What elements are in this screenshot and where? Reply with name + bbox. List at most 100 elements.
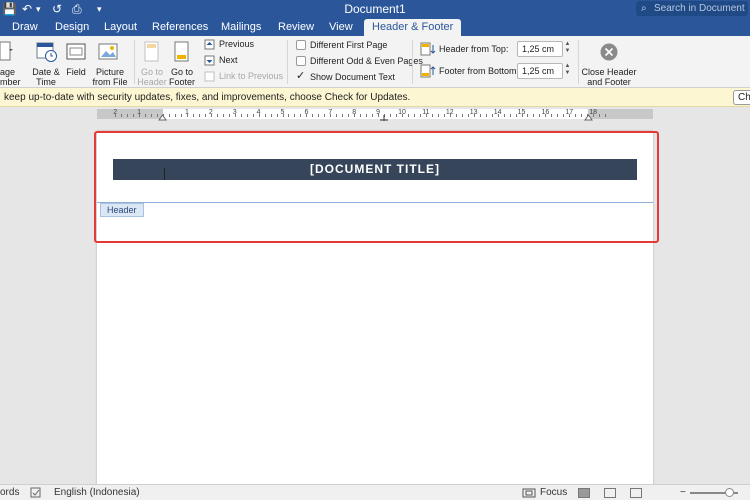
header-tag: Header [100, 203, 144, 217]
field-label: Field [66, 67, 86, 77]
ruler-tick [473, 114, 475, 117]
zoom-out-icon[interactable]: − [680, 487, 686, 499]
document-title-band[interactable]: [DOCUMENT TITLE] [113, 159, 637, 180]
ruler-tick [455, 114, 457, 117]
tab-design[interactable]: Design [55, 20, 89, 34]
ruler-tick [551, 114, 553, 117]
go-to-footer-label-1: Go to [170, 67, 193, 77]
ruler-tick [258, 114, 260, 117]
ruler-tick [151, 114, 153, 117]
next-button[interactable]: Next [219, 54, 238, 66]
update-message: keep up-to-date with security updates, f… [4, 92, 411, 103]
ruler-tick [557, 114, 559, 117]
ruler-tick [210, 114, 212, 117]
different-odd-even-label: Different Odd & Even Pages [310, 56, 423, 66]
go-to-header-button[interactable]: Go to Header [137, 67, 167, 87]
ruler-tick [413, 114, 415, 117]
ruler-tick [479, 114, 481, 117]
tab-references[interactable]: References [152, 20, 208, 34]
ruler-tick [545, 114, 547, 117]
ruler-tick [599, 114, 601, 117]
ruler-tick [348, 114, 350, 117]
ruler-tick [378, 114, 380, 117]
check-for-updates-button[interactable]: Check [733, 90, 750, 105]
document-page[interactable]: [DOCUMENT TITLE] Header [97, 131, 653, 484]
go-to-footer-label-2: Footer [168, 77, 195, 87]
ruler-tick [461, 114, 463, 117]
header-region[interactable]: [DOCUMENT TITLE] Header [97, 131, 653, 217]
header-from-top-stepper[interactable]: ▲ ▼ [563, 41, 572, 57]
ruler-tick [270, 114, 272, 117]
indent-marker-icon[interactable] [158, 114, 167, 121]
picture-label-2: from File [92, 77, 128, 87]
tab-draw[interactable]: Draw [12, 20, 38, 34]
web-layout-view-icon[interactable] [604, 488, 616, 498]
field-button[interactable]: Field [63, 67, 89, 77]
language-indicator[interactable]: English (Indonesia) [54, 487, 140, 499]
tab-review[interactable]: Review [278, 20, 314, 34]
zoom-slider-thumb[interactable] [725, 488, 734, 497]
ribbon-separator [287, 40, 288, 84]
link-to-previous-button[interactable]: Link to Previous [219, 70, 283, 82]
ruler-left-margin [97, 109, 163, 119]
tab-view[interactable]: View [329, 20, 353, 34]
ruler-tick [300, 114, 302, 117]
word-count[interactable]: ords [0, 487, 19, 499]
ruler-tick [569, 114, 571, 117]
close-label-2: and Footer [587, 77, 631, 87]
horizontal-ruler[interactable]: 2 1 1 2 3 4 5 6 7 8 9 10 11 12 13 14 15 16 17 18 [0, 107, 750, 121]
page-number-label-2: mber [0, 77, 21, 87]
title-bar: 💾 ↶ ▾ ↺ ⎙ ▾ Document1 ⌕ Search in Docume… [0, 0, 750, 18]
ruler-tick [390, 114, 392, 117]
ribbon-separator [412, 40, 413, 84]
ruler-tick [485, 114, 487, 117]
ruler-tick [419, 114, 421, 117]
ruler-tick [264, 114, 266, 117]
link-to-previous-icon [204, 71, 215, 82]
date-time-button[interactable]: Date & Time [30, 67, 62, 87]
ruler-tick [246, 114, 248, 117]
ruler-tick [312, 114, 314, 117]
print-layout-view-icon[interactable] [578, 488, 590, 498]
ruler-tick [306, 114, 308, 117]
go-to-footer-button[interactable]: Go to Footer [167, 67, 197, 87]
ruler-tick [515, 114, 517, 117]
read-mode-view-icon[interactable] [630, 488, 642, 498]
ribbon-separator [578, 40, 579, 84]
ruler-tick [497, 114, 499, 117]
proofing-icon[interactable] [30, 487, 42, 498]
ruler-tick [443, 114, 445, 117]
different-odd-even-checkbox[interactable] [296, 56, 306, 66]
page-number-button[interactable]: age mber [0, 67, 21, 87]
field-icon [66, 43, 86, 60]
ruler-tick [503, 114, 505, 117]
ruler-tick [216, 114, 218, 117]
go-to-header-label-2: Header [137, 77, 167, 87]
date-time-label-1: Date & [32, 67, 60, 77]
ruler-tick [593, 114, 595, 117]
ruler-tick [372, 114, 374, 117]
right-indent-marker-icon[interactable] [584, 114, 593, 121]
ruler-tick [121, 114, 123, 117]
ruler-tick [407, 114, 409, 117]
ruler-tick [366, 114, 368, 117]
search-input[interactable]: ⌕ Search in Document [636, 1, 748, 16]
picture-label-1: Picture [95, 67, 124, 77]
show-document-text-checkbox[interactable]: ✓ [296, 71, 306, 82]
search-icon: ⌕ [641, 3, 647, 14]
close-header-footer-button[interactable]: Close Header and Footer [580, 67, 638, 87]
footer-from-bottom-input[interactable]: 1,25 cm [517, 63, 563, 79]
show-document-text-label: Show Document Text [310, 72, 395, 82]
close-header-footer-icon [600, 43, 618, 61]
focus-button[interactable]: Focus [540, 487, 567, 499]
header-from-top-input[interactable]: 1,25 cm [517, 41, 563, 57]
tab-layout[interactable]: Layout [104, 20, 137, 34]
tab-header-footer[interactable]: Header & Footer [364, 19, 462, 36]
footer-from-bottom-stepper[interactable]: ▲ ▼ [563, 63, 572, 79]
tab-mailings[interactable]: Mailings [221, 20, 261, 34]
previous-button[interactable]: Previous [219, 38, 254, 50]
picture-from-file-button[interactable]: Picture from File [92, 67, 128, 87]
ruler-tick [491, 114, 493, 117]
different-first-page-checkbox[interactable] [296, 40, 306, 50]
ruler-tick [527, 114, 529, 117]
